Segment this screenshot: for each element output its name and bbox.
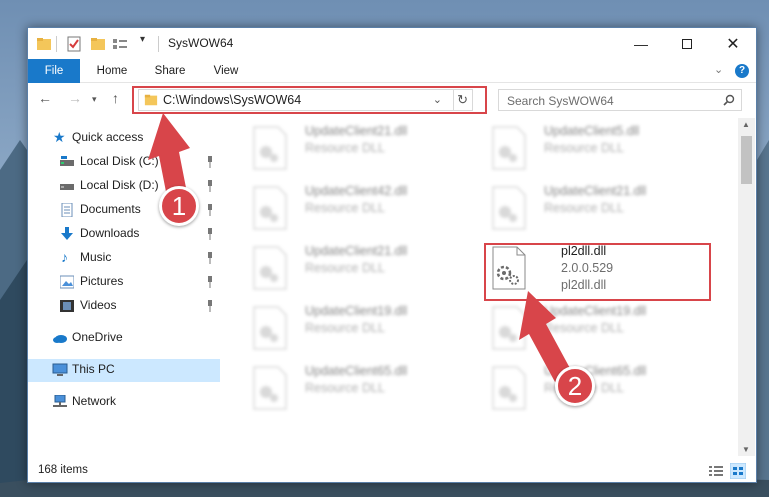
navigation-bar: ← → ▾ ↑ C:\Windows\SysWOW64 ⌄ ↻ Search S… (28, 84, 756, 114)
videos-icon (60, 300, 74, 312)
star-icon: ★ (53, 129, 66, 145)
tab-file[interactable]: File (28, 59, 80, 83)
dll-file-icon (253, 246, 287, 290)
file-tile[interactable]: UpdateClient21.dll Resource DLL (469, 182, 699, 238)
step-badge-1: 1 (159, 186, 199, 226)
pin-icon (208, 228, 212, 240)
dll-file-icon (492, 126, 526, 170)
cloud-icon (53, 335, 67, 343)
search-placeholder: Search SysWOW64 (507, 94, 614, 108)
pictures-icon (60, 275, 74, 289)
divider (453, 90, 454, 110)
chevron-down-icon[interactable]: ⌄ (433, 93, 442, 106)
scroll-thumb[interactable] (741, 136, 752, 184)
tiles-view-icon[interactable] (730, 463, 746, 479)
customize-toolbar-icon[interactable] (112, 36, 130, 52)
forward-arrow-icon[interactable]: → (68, 90, 82, 106)
sidebar-item-downloads[interactable]: Downloads (28, 223, 220, 245)
file-tile[interactable]: UpdateClient21.dll Resource DLL (230, 242, 460, 298)
close-button[interactable]: ✕ (710, 28, 756, 59)
music-icon: ♪ (61, 249, 68, 265)
sidebar-item-quick-access[interactable]: ★ Quick access (28, 127, 220, 149)
new-folder-icon[interactable] (90, 36, 106, 52)
status-bar: 168 items (28, 460, 756, 482)
tab-view[interactable]: View (204, 59, 248, 83)
sidebar-item-this-pc[interactable]: This PC (28, 359, 220, 382)
file-tile[interactable]: UpdateClient19.dll Resource DLL (469, 302, 699, 358)
file-description: pl2dll.dll (561, 278, 607, 292)
dll-file-icon (253, 186, 287, 230)
sidebar-item-videos[interactable]: Videos (28, 295, 220, 317)
expand-ribbon-icon[interactable]: ⌄ (714, 63, 723, 76)
tab-home[interactable]: Home (88, 59, 136, 83)
file-version: 2.0.0.529 (561, 261, 614, 275)
details-view-icon[interactable] (708, 464, 724, 478)
minimize-button[interactable]: — (618, 28, 664, 59)
address-path: C:\Windows\SysWOW64 (163, 93, 302, 107)
file-tile-pl2dll[interactable]: pl2dll.dll 2.0.0.529 pl2dll.dll (469, 242, 699, 298)
network-icon (53, 395, 67, 407)
file-tile[interactable]: UpdateClient42.dll Resource DLL (230, 182, 460, 238)
file-tile[interactable]: UpdateClient19.dll Resource DLL (230, 302, 460, 358)
window-title: SysWOW64 (168, 36, 234, 50)
pin-icon (208, 252, 212, 264)
file-tile[interactable]: UpdateClient5.dll Resource DLL (469, 122, 699, 178)
back-arrow-icon[interactable]: ← (38, 90, 52, 106)
sidebar-item-local-disk-c[interactable]: Local Disk (C:) (28, 151, 220, 173)
help-icon[interactable]: ? (735, 64, 749, 78)
pin-icon (208, 156, 212, 168)
dll-file-icon (253, 366, 287, 410)
file-name: pl2dll.dll (561, 244, 607, 258)
dll-file-icon (492, 366, 526, 410)
pin-icon (208, 180, 212, 192)
title-bar: ▾ SysWOW64 — ✕ (28, 28, 756, 59)
file-tile[interactable]: UpdateClient65.dll Resource DLL (230, 362, 460, 418)
refresh-icon[interactable]: ↻ (457, 92, 468, 108)
address-bar[interactable]: C:\Windows\SysWOW64 ⌄ ↻ (138, 89, 473, 111)
vertical-scrollbar[interactable]: ▲ ▼ (738, 118, 755, 456)
drive-icon (60, 156, 74, 166)
navigation-pane: ★ Quick access Local Disk (C:) Local Dis… (28, 118, 220, 456)
chevron-down-icon[interactable]: ▾ (140, 34, 145, 50)
dll-file-icon (253, 126, 287, 170)
sidebar-item-onedrive[interactable]: OneDrive (28, 327, 220, 349)
folder-icon (37, 38, 51, 50)
dll-file-icon (492, 246, 526, 290)
download-icon (61, 227, 73, 240)
ribbon-tabs: File Home Share View ⌄ ? (28, 59, 756, 83)
sidebar-item-music[interactable]: ♪ Music (28, 247, 220, 269)
tab-share[interactable]: Share (146, 59, 194, 83)
step-badge-2: 2 (555, 366, 595, 406)
maximize-button[interactable] (664, 28, 710, 59)
file-tile[interactable]: UpdateClient21.dll Resource DLL (230, 122, 460, 178)
scroll-up-icon[interactable]: ▲ (742, 120, 750, 129)
file-list: UpdateClient21.dll Resource DLL UpdateCl… (220, 116, 739, 456)
dll-file-icon (253, 306, 287, 350)
up-arrow-icon[interactable]: ↑ (112, 90, 119, 106)
sidebar-item-pictures[interactable]: Pictures (28, 271, 220, 293)
dll-file-icon (492, 306, 526, 350)
folder-icon (144, 94, 158, 106)
pin-icon (208, 300, 212, 312)
recent-locations-icon[interactable]: ▾ (92, 94, 97, 105)
computer-icon (52, 363, 68, 376)
drive-icon (60, 184, 74, 190)
sidebar-item-network[interactable]: Network (28, 391, 220, 413)
file-explorer-window: ▾ SysWOW64 — ✕ File Home Share View ⌄ ? … (27, 27, 757, 483)
dll-file-icon (492, 186, 526, 230)
search-icon (723, 94, 735, 106)
scroll-down-icon[interactable]: ▼ (742, 445, 750, 454)
pin-icon (208, 276, 212, 288)
search-input[interactable]: Search SysWOW64 (498, 89, 742, 111)
item-count: 168 items (38, 464, 88, 476)
documents-icon (61, 203, 73, 217)
properties-check-icon[interactable] (66, 36, 82, 52)
pin-icon (208, 204, 212, 216)
